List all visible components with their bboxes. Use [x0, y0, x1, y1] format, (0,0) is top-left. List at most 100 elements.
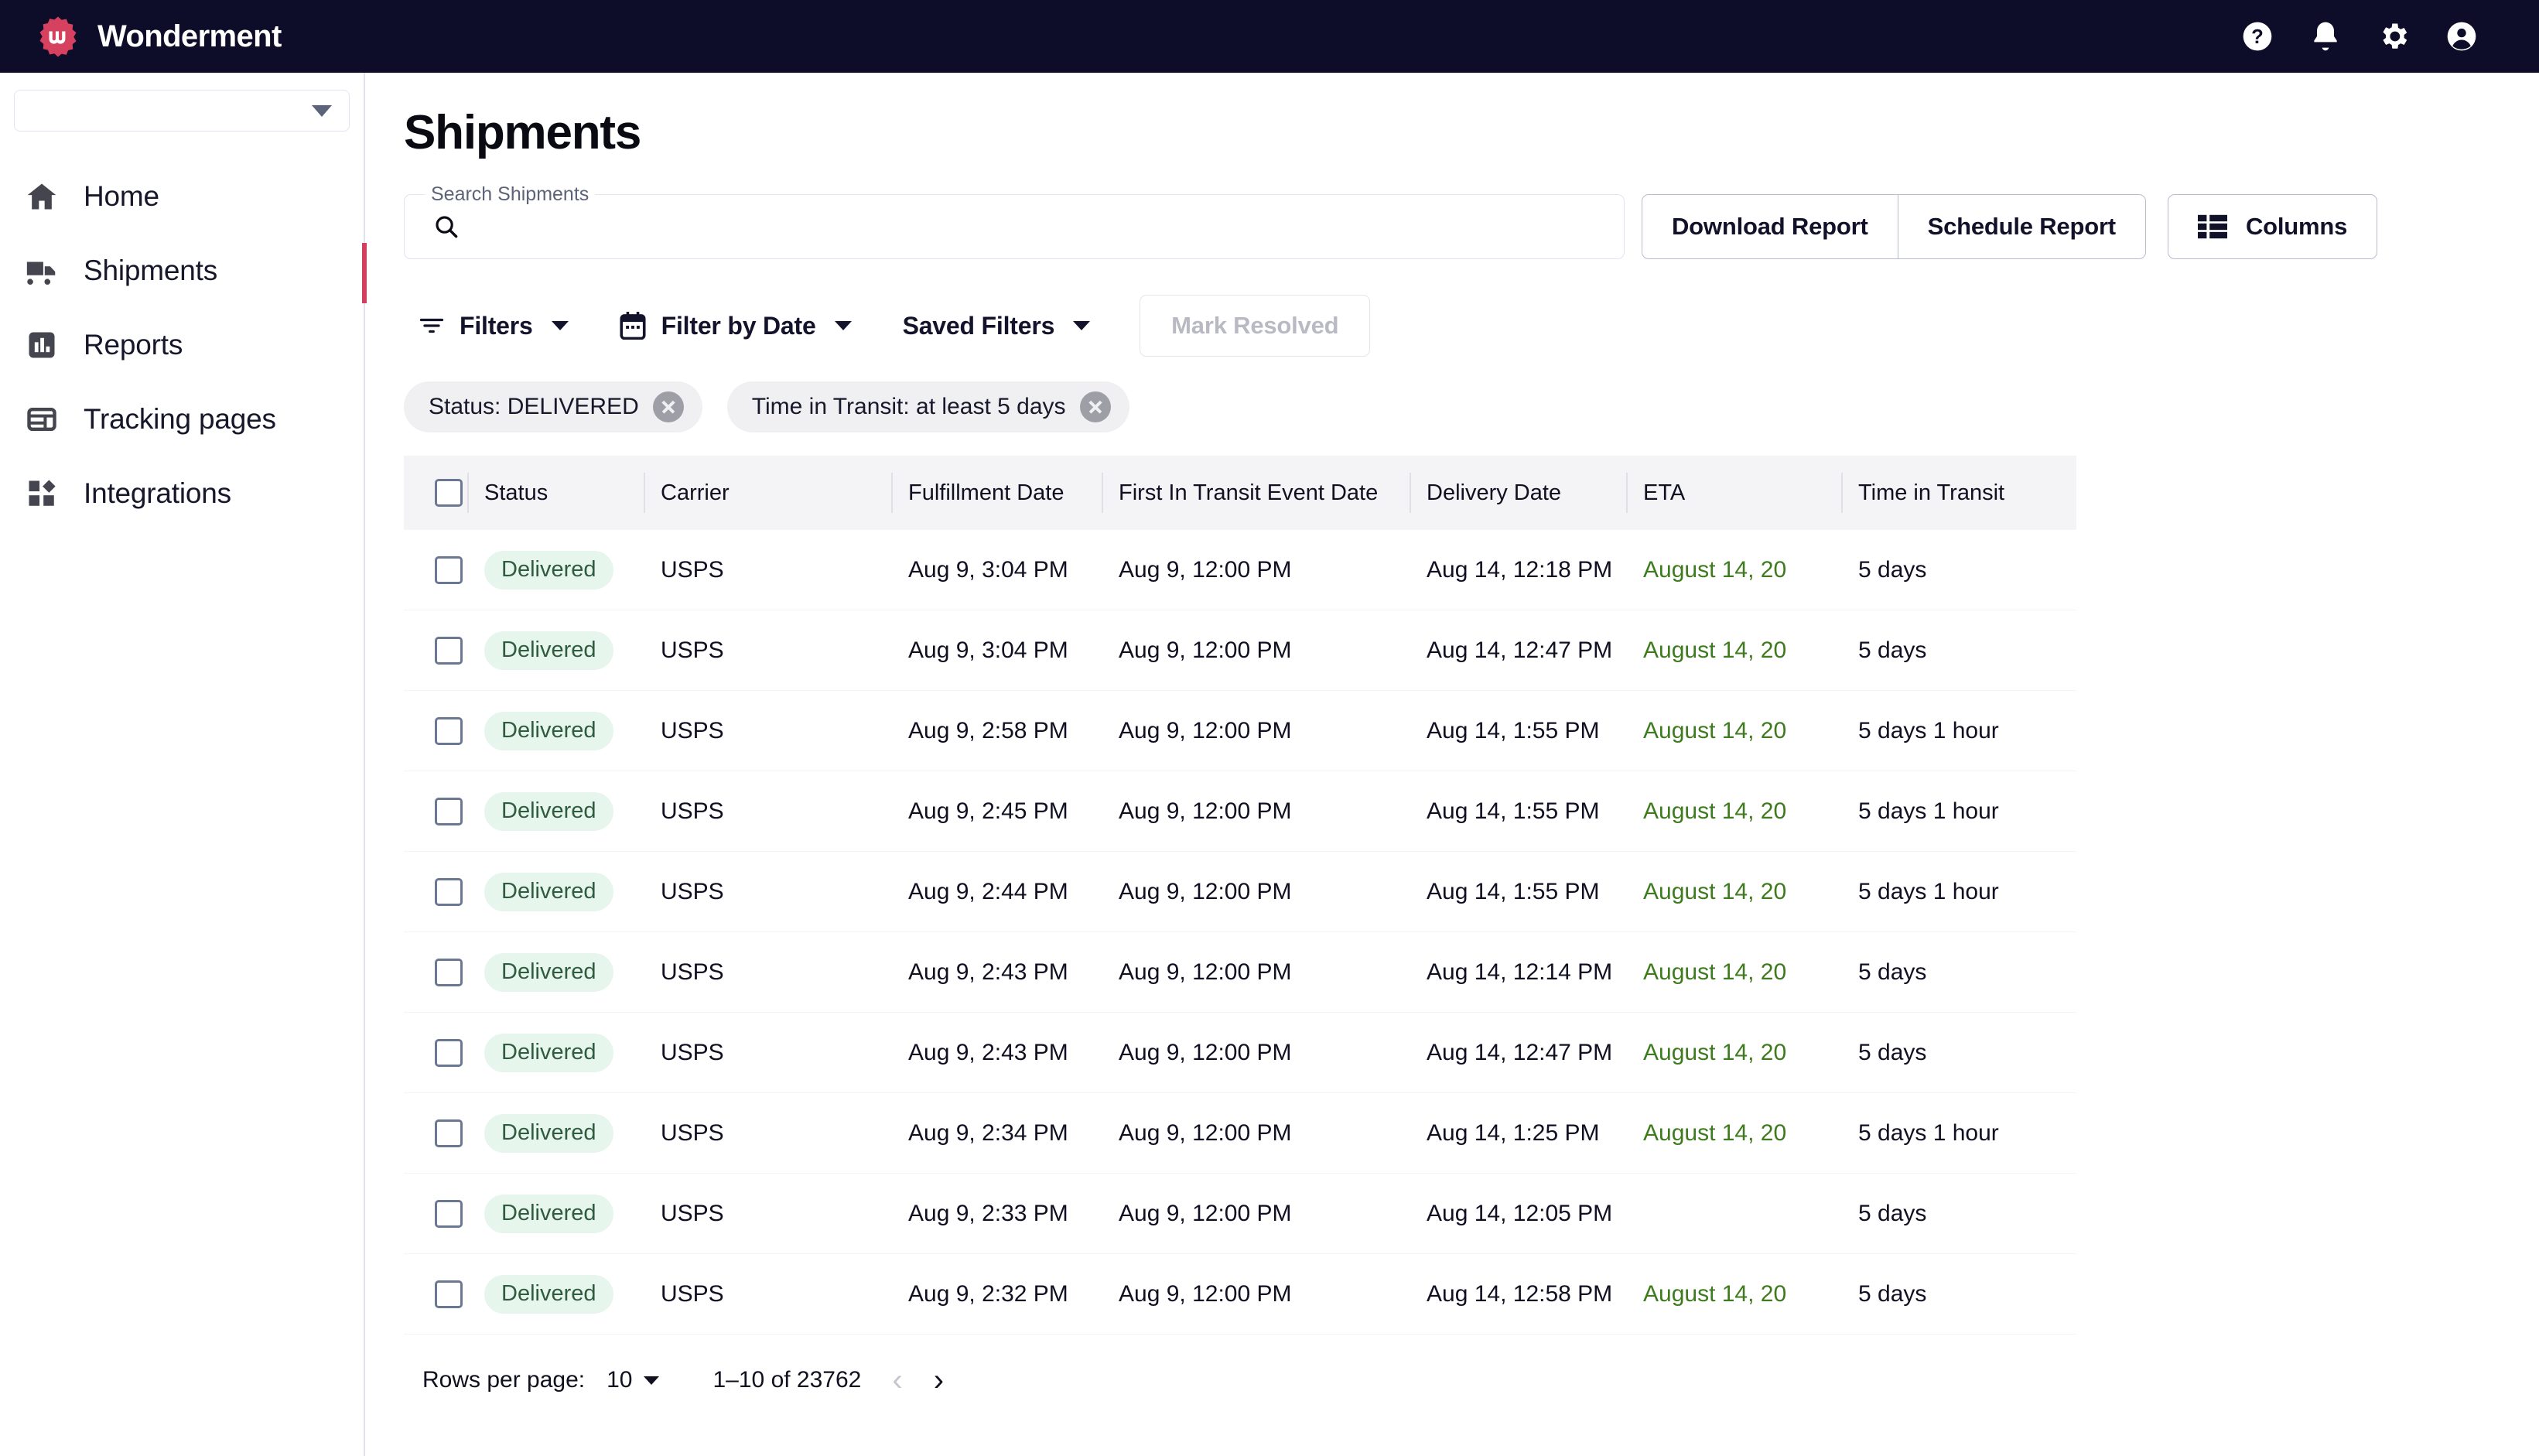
- brand-logo[interactable]: Wonderment: [37, 15, 282, 57]
- cell-eta: August 14, 20: [1643, 556, 1787, 583]
- row-checkbox[interactable]: [435, 797, 463, 825]
- cell-time-in-transit: 5 days 1 hour: [1858, 1119, 1999, 1146]
- column-header-status[interactable]: Status: [467, 470, 661, 516]
- status-badge: Delivered: [484, 711, 613, 750]
- sidebar-item-label: Reports: [84, 329, 183, 361]
- table-row[interactable]: Delivered USPS Aug 9, 3:04 PM Aug 9, 12:00 …: [404, 530, 2076, 610]
- row-checkbox[interactable]: [435, 636, 463, 665]
- help-icon[interactable]: ?: [2240, 19, 2274, 53]
- column-header-delivery-date[interactable]: Delivery Date: [1410, 470, 1643, 516]
- row-checkbox[interactable]: [435, 1280, 463, 1308]
- sidebar-item-reports[interactable]: Reports: [0, 308, 364, 382]
- columns-button[interactable]: Columns: [2167, 194, 2378, 259]
- filter-lines-icon: [418, 312, 446, 340]
- pagination-range: 1–10 of 23762: [712, 1367, 862, 1393]
- chevron-down-icon[interactable]: [643, 1376, 659, 1385]
- column-header-fulfillment-date[interactable]: Fulfillment Date: [891, 470, 1119, 516]
- bar-chart-icon: [23, 326, 60, 364]
- row-checkbox[interactable]: [435, 958, 463, 986]
- column-header-eta[interactable]: ETA: [1626, 470, 1858, 516]
- sidebar-item-home[interactable]: Home: [0, 159, 364, 234]
- settings-gear-icon[interactable]: [2377, 19, 2411, 53]
- previous-page-button[interactable]: ‹: [892, 1365, 902, 1396]
- search-input[interactable]: [476, 214, 1559, 240]
- download-report-button[interactable]: Download Report: [1642, 194, 1898, 259]
- table-row[interactable]: Delivered USPS Aug 9, 3:04 PM Aug 9, 12:00 …: [404, 610, 2076, 691]
- select-all-checkbox[interactable]: [435, 479, 463, 507]
- sidebar-item-integrations[interactable]: Integrations: [0, 456, 364, 531]
- org-selector[interactable]: [14, 90, 350, 132]
- table-row[interactable]: Delivered USPS Aug 9, 2:43 PM Aug 9, 12:00 …: [404, 932, 2076, 1013]
- row-checkbox[interactable]: [435, 1119, 463, 1147]
- table-row[interactable]: Delivered USPS Aug 9, 2:45 PM Aug 9, 12:00 …: [404, 771, 2076, 852]
- cell-first-in-transit-event-date: Aug 9, 12:00 PM: [1119, 1200, 1292, 1226]
- status-badge: Delivered: [484, 1113, 613, 1153]
- schedule-report-button[interactable]: Schedule Report: [1898, 194, 2146, 259]
- columns-list-icon: [2197, 214, 2227, 239]
- filter-chip[interactable]: Time in Transit: at least 5 days: [726, 381, 1129, 432]
- status-badge: Delivered: [484, 791, 613, 831]
- cell-carrier: USPS: [661, 1039, 724, 1065]
- cell-carrier: USPS: [661, 959, 724, 985]
- status-badge: Delivered: [484, 952, 613, 992]
- cell-fulfillment-date: Aug 9, 2:32 PM: [908, 1280, 1068, 1307]
- table-row[interactable]: Delivered USPS Aug 9, 2:34 PM Aug 9, 12:00 …: [404, 1093, 2076, 1174]
- cell-carrier: USPS: [661, 1119, 724, 1146]
- cell-fulfillment-date: Aug 9, 2:33 PM: [908, 1200, 1068, 1226]
- filters-button-label: Filters: [460, 311, 533, 340]
- cell-carrier: USPS: [661, 637, 724, 663]
- search-and-actions-row: Search Shipments Download Report Schedul…: [404, 183, 2539, 259]
- row-select-cell: [404, 1280, 484, 1308]
- close-icon[interactable]: [652, 391, 684, 422]
- cell-fulfillment-date: Aug 9, 3:04 PM: [908, 556, 1068, 583]
- row-checkbox[interactable]: [435, 555, 463, 584]
- row-select-cell: [404, 1199, 484, 1228]
- row-select-cell: [404, 1119, 484, 1147]
- cell-time-in-transit: 5 days: [1858, 959, 1927, 985]
- row-checkbox[interactable]: [435, 1038, 463, 1067]
- filter-by-date-button[interactable]: Filter by Date: [606, 299, 866, 353]
- sidebar-item-shipments[interactable]: Shipments: [0, 234, 368, 308]
- cell-eta: August 14, 20: [1643, 1119, 1787, 1146]
- mark-resolved-button[interactable]: Mark Resolved: [1140, 295, 1371, 357]
- table-row[interactable]: Delivered USPS Aug 9, 2:43 PM Aug 9, 12:00 …: [404, 1013, 2076, 1093]
- column-header-carrier[interactable]: Carrier: [644, 470, 908, 516]
- sidebar-item-tracking-pages[interactable]: Tracking pages: [0, 382, 364, 456]
- status-badge: Delivered: [484, 550, 613, 590]
- row-checkbox[interactable]: [435, 1199, 463, 1228]
- notifications-bell-icon[interactable]: [2308, 19, 2343, 53]
- cell-delivery-date: Aug 14, 12:47 PM: [1427, 1039, 1613, 1065]
- column-header-first-in-transit-event-date[interactable]: First In Transit Event Date: [1102, 470, 1427, 516]
- cell-eta: August 14, 20: [1643, 717, 1787, 743]
- cell-carrier: USPS: [661, 798, 724, 824]
- cell-delivery-date: Aug 14, 1:55 PM: [1427, 878, 1600, 904]
- next-page-button[interactable]: ›: [934, 1365, 944, 1396]
- table-row[interactable]: Delivered USPS Aug 9, 2:32 PM Aug 9, 12:00 …: [404, 1254, 2076, 1335]
- cell-first-in-transit-event-date: Aug 9, 12:00 PM: [1119, 717, 1292, 743]
- close-icon[interactable]: [1079, 391, 1111, 422]
- search-shipments-field[interactable]: Search Shipments: [404, 183, 1625, 259]
- table-row[interactable]: Delivered USPS Aug 9, 2:58 PM Aug 9, 12:00 …: [404, 691, 2076, 771]
- column-header-time-in-transit[interactable]: Time in Transit: [1841, 470, 2076, 516]
- filter-chip-label: Status: DELIVERED: [429, 394, 639, 419]
- rows-per-page-value[interactable]: 10: [607, 1367, 632, 1393]
- filters-button[interactable]: Filters: [404, 299, 583, 353]
- row-checkbox[interactable]: [435, 877, 463, 906]
- saved-filters-button[interactable]: Saved Filters: [889, 299, 1105, 353]
- row-checkbox[interactable]: [435, 716, 463, 745]
- rows-per-page-label: Rows per page:: [422, 1367, 586, 1393]
- status-badge: Delivered: [484, 1033, 613, 1072]
- table-header-row: Status Carrier Fulfillment Date First In…: [404, 456, 2076, 530]
- row-select-cell: [404, 555, 484, 584]
- filter-chip[interactable]: Status: DELIVERED: [404, 381, 702, 432]
- table-row[interactable]: Delivered USPS Aug 9, 2:44 PM Aug 9, 12:00 …: [404, 852, 2076, 932]
- cell-first-in-transit-event-date: Aug 9, 12:00 PM: [1119, 1039, 1292, 1065]
- table-row[interactable]: Delivered USPS Aug 9, 2:33 PM Aug 9, 12:00 …: [404, 1174, 2076, 1254]
- filter-by-date-label: Filter by Date: [661, 311, 816, 340]
- status-badge: Delivered: [484, 1194, 613, 1233]
- account-avatar-icon[interactable]: [2445, 19, 2479, 53]
- cell-eta: August 14, 20: [1643, 798, 1787, 824]
- truck-icon: [23, 252, 60, 289]
- cell-carrier: USPS: [661, 878, 724, 904]
- cell-eta: August 14, 20: [1643, 1280, 1787, 1307]
